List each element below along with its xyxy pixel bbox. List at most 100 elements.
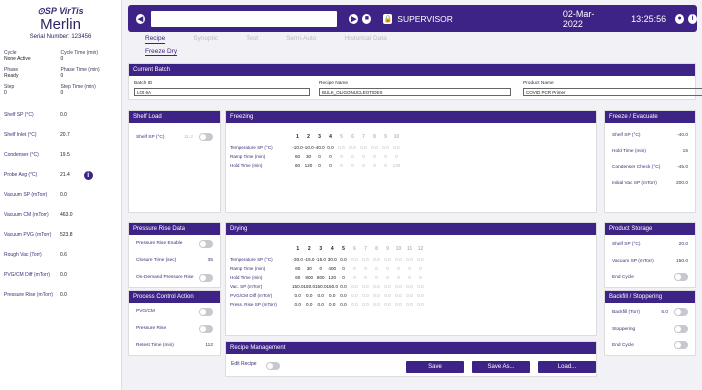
step-cell[interactable]: 0.0: [393, 300, 404, 309]
step-cell[interactable]: -15.0: [315, 255, 327, 264]
field-value[interactable]: 150.0: [676, 259, 688, 264]
step-cell[interactable]: 0: [393, 264, 404, 273]
stoppering-toggle[interactable]: [674, 325, 688, 333]
step-cell[interactable]: 0.0: [360, 300, 371, 309]
step-cell[interactable]: 0.0: [404, 300, 415, 309]
back-icon[interactable]: ◀: [136, 13, 145, 24]
step-cell[interactable]: 60: [292, 152, 303, 161]
play-icon[interactable]: ▶: [349, 13, 359, 24]
step-cell[interactable]: 0.0: [315, 291, 327, 300]
backfill-end-cycle-toggle[interactable]: [674, 341, 688, 349]
step-cell[interactable]: -15.0: [304, 255, 316, 264]
step-cell[interactable]: 0.0: [292, 291, 304, 300]
step-cell[interactable]: 0.0: [415, 300, 426, 309]
step-cell[interactable]: 0: [415, 264, 426, 273]
step-cell[interactable]: 0: [349, 264, 360, 273]
step-cell[interactable]: 0: [360, 264, 371, 273]
pvg-cm-toggle[interactable]: [199, 307, 213, 316]
step-cell[interactable]: 0: [349, 273, 360, 282]
step-cell[interactable]: 0.0: [338, 291, 349, 300]
step-cell[interactable]: 0.0: [393, 282, 404, 291]
step-cell[interactable]: 0: [360, 273, 371, 282]
step-cell[interactable]: 0: [336, 152, 347, 161]
step-cell[interactable]: 0.0: [380, 143, 391, 152]
step-cell[interactable]: 0: [371, 273, 382, 282]
step-cell[interactable]: 0: [382, 273, 393, 282]
info-icon[interactable]: i: [688, 13, 698, 24]
step-cell[interactable]: 0.0: [391, 143, 402, 152]
step-cell[interactable]: 0.0: [360, 291, 371, 300]
step-cell[interactable]: 0: [314, 161, 325, 170]
step-cell[interactable]: 0: [371, 264, 382, 273]
step-cell[interactable]: 0.0: [369, 143, 380, 152]
step-cell[interactable]: 800: [315, 273, 327, 282]
step-cell[interactable]: 0.0: [415, 255, 426, 264]
field-value[interactable]: 200.0: [676, 181, 688, 186]
step-cell[interactable]: 0.0: [349, 291, 360, 300]
save-as-button[interactable]: Save As...: [472, 361, 530, 373]
step-cell[interactable]: 400: [327, 264, 339, 273]
step-cell[interactable]: 0: [382, 264, 393, 273]
step-cell[interactable]: 0.0: [404, 282, 415, 291]
step-cell[interactable]: 0: [338, 264, 349, 273]
step-cell[interactable]: -10.0: [303, 143, 314, 152]
field-value[interactable]: 20.0: [679, 242, 688, 247]
step-cell[interactable]: 0.0: [415, 282, 426, 291]
step-cell[interactable]: 0.0: [292, 300, 304, 309]
step-cell[interactable]: 0.0: [371, 255, 382, 264]
step-cell[interactable]: 0: [338, 273, 349, 282]
step-cell[interactable]: 30: [304, 264, 316, 273]
backfill-toggle[interactable]: [674, 308, 688, 316]
step-cell[interactable]: 0: [380, 161, 391, 170]
pressure-rise-enable-toggle[interactable]: [199, 239, 213, 248]
step-cell[interactable]: 0.0: [315, 300, 327, 309]
step-cell[interactable]: 0.0: [393, 291, 404, 300]
step-cell[interactable]: 0.0: [404, 291, 415, 300]
step-cell[interactable]: 0.0: [393, 255, 404, 264]
on-demand-toggle[interactable]: [199, 273, 213, 282]
step-cell[interactable]: 60: [292, 264, 304, 273]
step-cell[interactable]: 0: [404, 273, 415, 282]
step-cell[interactable]: 150.0: [315, 282, 327, 291]
step-cell[interactable]: 0: [358, 152, 369, 161]
stop-icon[interactable]: ■: [362, 13, 372, 24]
step-cell[interactable]: 0: [325, 152, 336, 161]
subtab-freeze-dry[interactable]: Freeze Dry: [145, 48, 178, 56]
step-cell[interactable]: 0.0: [371, 300, 382, 309]
step-cell[interactable]: -40.0: [314, 143, 325, 152]
step-cell[interactable]: 120: [327, 273, 339, 282]
field-value[interactable]: 15: [683, 149, 688, 154]
step-cell[interactable]: 0.0: [304, 291, 316, 300]
info-icon[interactable]: i: [83, 170, 93, 180]
tab-semi-auto[interactable]: Semi-Auto: [286, 35, 316, 44]
step-cell[interactable]: 0.0: [325, 143, 336, 152]
step-cell[interactable]: -30.0: [292, 255, 304, 264]
step-cell[interactable]: 0.0: [404, 255, 415, 264]
lock-icon[interactable]: 🔒: [383, 13, 393, 24]
step-cell[interactable]: 60: [292, 273, 304, 282]
recipe-name-field[interactable]: BULK_OLIGONUCLEOTIDES: [319, 88, 511, 96]
step-cell[interactable]: 0.0: [327, 300, 339, 309]
step-cell[interactable]: 0.0: [338, 282, 349, 291]
step-cell[interactable]: 0.0: [349, 255, 360, 264]
step-cell[interactable]: 0: [325, 161, 336, 170]
step-cell[interactable]: 0.0: [382, 282, 393, 291]
step-cell[interactable]: 30: [303, 152, 314, 161]
pressure-rise-toggle[interactable]: [199, 324, 213, 333]
step-cell[interactable]: 0.0: [382, 255, 393, 264]
step-cell[interactable]: 0.0: [338, 255, 349, 264]
step-cell[interactable]: 0: [380, 152, 391, 161]
step-cell[interactable]: 0.0: [304, 300, 316, 309]
shelf-sp-value[interactable]: 11.2: [184, 135, 193, 140]
step-cell[interactable]: 0: [369, 152, 380, 161]
step-cell[interactable]: 0.0: [371, 282, 382, 291]
step-cell[interactable]: 0.0: [338, 300, 349, 309]
step-cell[interactable]: 150.0: [304, 282, 316, 291]
step-cell[interactable]: 150.0: [327, 282, 339, 291]
step-cell[interactable]: 120: [391, 161, 402, 170]
step-cell[interactable]: 120: [303, 161, 314, 170]
step-cell[interactable]: 0.0: [360, 255, 371, 264]
closure-time-value[interactable]: 35: [208, 258, 213, 263]
field-value[interactable]: 5.0: [661, 310, 668, 315]
user-icon[interactable]: ●: [675, 13, 685, 24]
